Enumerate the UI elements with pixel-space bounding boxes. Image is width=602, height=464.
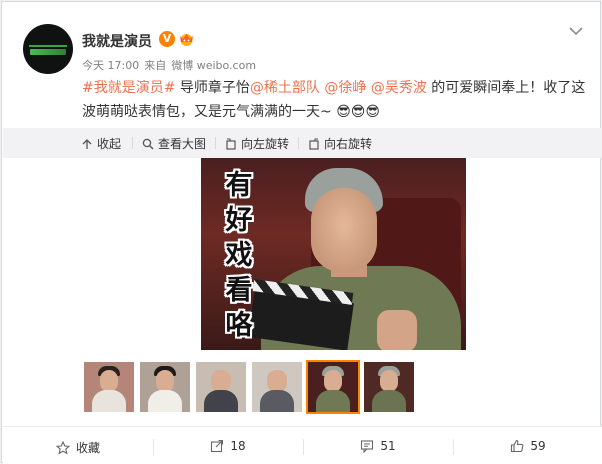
thumbnail-face [100, 370, 118, 392]
avatar-logo-wordmark [30, 49, 66, 55]
post-time[interactable]: 今天 17:00 [82, 59, 139, 72]
collapse-button[interactable]: 收起 [81, 135, 121, 152]
image-action-bar: 收起 查看大图 向左旋转 向右旋转 [3, 128, 602, 158]
hashtag-link[interactable]: #我就是演员# [82, 80, 175, 96]
thumbnail-4[interactable] [252, 362, 302, 412]
chevron-down-icon[interactable] [568, 24, 584, 38]
thumbnail-5-selected[interactable] [306, 360, 360, 414]
repost-icon [211, 439, 224, 453]
divider [298, 137, 299, 149]
thumbnail-1[interactable] [84, 362, 134, 412]
thumbnail-face [324, 370, 342, 392]
thumbnail-face [380, 370, 398, 392]
repost-button[interactable]: 18 [153, 439, 303, 453]
source-prefix: 来自 [144, 59, 167, 72]
avatar-logo-bar [29, 45, 67, 47]
main-photo[interactable]: 有好戏看咯 [201, 158, 466, 350]
thumbnail-3[interactable] [196, 362, 246, 412]
post-meta: 今天 17:00 来自 微博 weibo.com [82, 57, 256, 73]
avatar[interactable] [23, 24, 73, 74]
emoji-text: 😎😎😎 [336, 104, 380, 120]
comment-count: 51 [380, 439, 396, 453]
favorite-button[interactable]: 收藏 [3, 439, 153, 456]
star-icon [55, 440, 70, 455]
user-name[interactable]: 我就是演员 [82, 31, 152, 51]
rotate-right-icon [309, 137, 319, 150]
post-text-part: 导师章子怡 [175, 80, 250, 96]
rotate-left-icon [226, 137, 236, 150]
view-large-label: 查看大图 [158, 137, 207, 151]
favorite-label: 收藏 [75, 441, 100, 455]
thumbnail-body [372, 390, 406, 412]
mention-link[interactable]: @稀土部队 [250, 80, 320, 96]
post-footer: 收藏 18 51 59 [3, 426, 602, 464]
view-large-button[interactable]: 查看大图 [142, 135, 206, 152]
thumbnail-body [148, 390, 182, 412]
comment-icon [361, 440, 374, 453]
like-button[interactable]: 59 [453, 439, 602, 453]
mention-link[interactable]: @吴秀波 [371, 80, 427, 96]
thumbnail-6[interactable] [364, 362, 414, 412]
thumbnail-body [316, 390, 350, 412]
mention-link[interactable]: @徐峥 [324, 80, 366, 96]
thumbnail-body [260, 390, 294, 412]
collapse-label: 收起 [97, 137, 122, 151]
rotate-left-label: 向左旋转 [241, 137, 290, 151]
rotate-left-button[interactable]: 向左旋转 [225, 135, 289, 152]
thumbnail-face [267, 370, 287, 392]
thumbnail-2[interactable] [140, 362, 190, 412]
search-icon [142, 138, 154, 149]
divider [215, 137, 216, 149]
like-count: 59 [530, 439, 546, 453]
divider [132, 137, 133, 149]
weibo-card: 我就是演员 V 今天 17:00 来自 微博 weibo.com #我就是演员# 导… [1, 1, 602, 464]
source-link[interactable]: 微博 weibo.com [171, 59, 256, 72]
photo-face [311, 188, 377, 272]
rotate-right-label: 向右旋转 [324, 137, 373, 151]
member-crown-icon[interactable] [178, 32, 195, 46]
meme-caption: 有好戏看咯 [225, 170, 253, 341]
post-text: #我就是演员# 导师章子怡@稀土部队 @徐峥 @吴秀波 的可爱瞬间奉上！收了这波… [82, 76, 592, 124]
repost-count: 18 [230, 439, 246, 453]
comment-button[interactable]: 51 [303, 439, 453, 453]
collapse-icon [82, 138, 92, 149]
verified-badge-icon[interactable]: V [159, 31, 175, 47]
thumbs-up-icon [511, 439, 524, 453]
thumbnail-face [156, 370, 174, 392]
thumbnail-face [211, 370, 231, 392]
rotate-right-button[interactable]: 向右旋转 [308, 135, 372, 152]
thumbnail-body [92, 390, 126, 412]
photo-hand [377, 310, 417, 350]
thumbnail-body [204, 390, 238, 412]
